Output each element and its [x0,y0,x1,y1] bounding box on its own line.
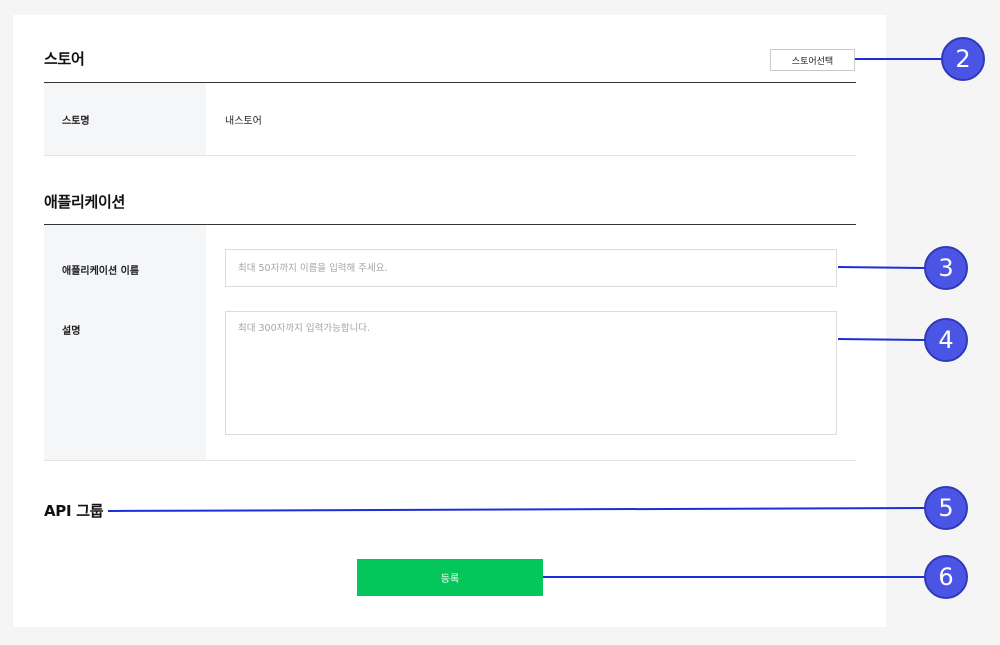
callout-badge-3: 3 [924,246,968,290]
store-name-value: 내스토어 [225,116,262,127]
callout-badge-2: 2 [941,37,985,81]
callout-badge-6: 6 [924,555,968,599]
application-name-input[interactable] [225,249,837,287]
application-section-bottom-divider [44,460,856,461]
store-name-label: 스토명 [62,116,90,127]
api-group-title: API 그룹 [44,502,104,520]
application-description-textarea[interactable] [225,311,837,435]
application-name-label: 애플리케이션 이름 [62,266,140,277]
submit-button[interactable]: 등록 [357,559,543,596]
callout-badge-4: 4 [924,318,968,362]
store-section-bottom-divider [44,155,856,156]
callout-badge-5: 5 [924,486,968,530]
store-select-button[interactable]: 스토어선택 [770,49,855,71]
application-section-title: 애플리케이션 [44,193,126,211]
store-section-title: 스토어 [44,50,85,68]
application-description-label: 설명 [62,326,81,337]
application-label-column [44,225,206,460]
